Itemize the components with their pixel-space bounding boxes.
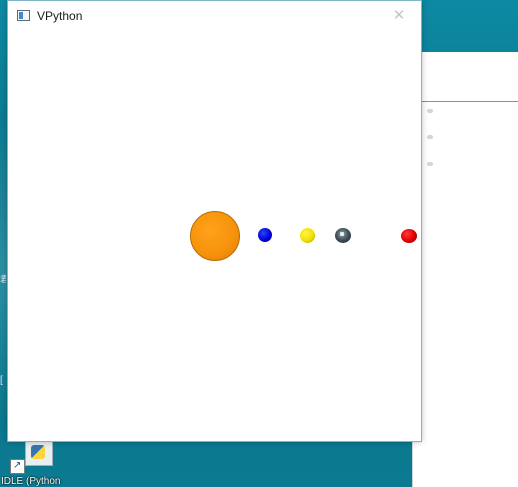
divider [413, 101, 518, 102]
idle-desktop-icon[interactable] [25, 440, 53, 466]
desktop-edge-text: 君 [0, 275, 6, 283]
title-bar[interactable]: VPython ✕ [8, 1, 421, 31]
close-button[interactable]: ✕ [389, 6, 409, 26]
window-title: VPython [37, 9, 83, 23]
blue-planet-sphere [258, 228, 272, 242]
partial-text [427, 109, 433, 113]
partial-text [427, 162, 433, 166]
background-app-window[interactable] [412, 52, 518, 487]
yellow-planet-sphere [300, 228, 315, 243]
vpython-window[interactable]: VPython ✕ [7, 0, 422, 442]
vpython-window-icon[interactable] [17, 10, 30, 21]
red-planet-sphere [401, 229, 417, 243]
python-logo-icon [31, 445, 45, 459]
shortcut-arrow-icon: ↗ [10, 459, 25, 474]
partial-text [427, 135, 433, 139]
desktop-icon-label[interactable]: IDLE (Python [1, 476, 63, 487]
grey-planet-sphere [335, 228, 351, 243]
scene-canvas[interactable] [8, 31, 421, 441]
desktop-edge-text: [ [0, 375, 3, 386]
sun-sphere [190, 211, 240, 261]
